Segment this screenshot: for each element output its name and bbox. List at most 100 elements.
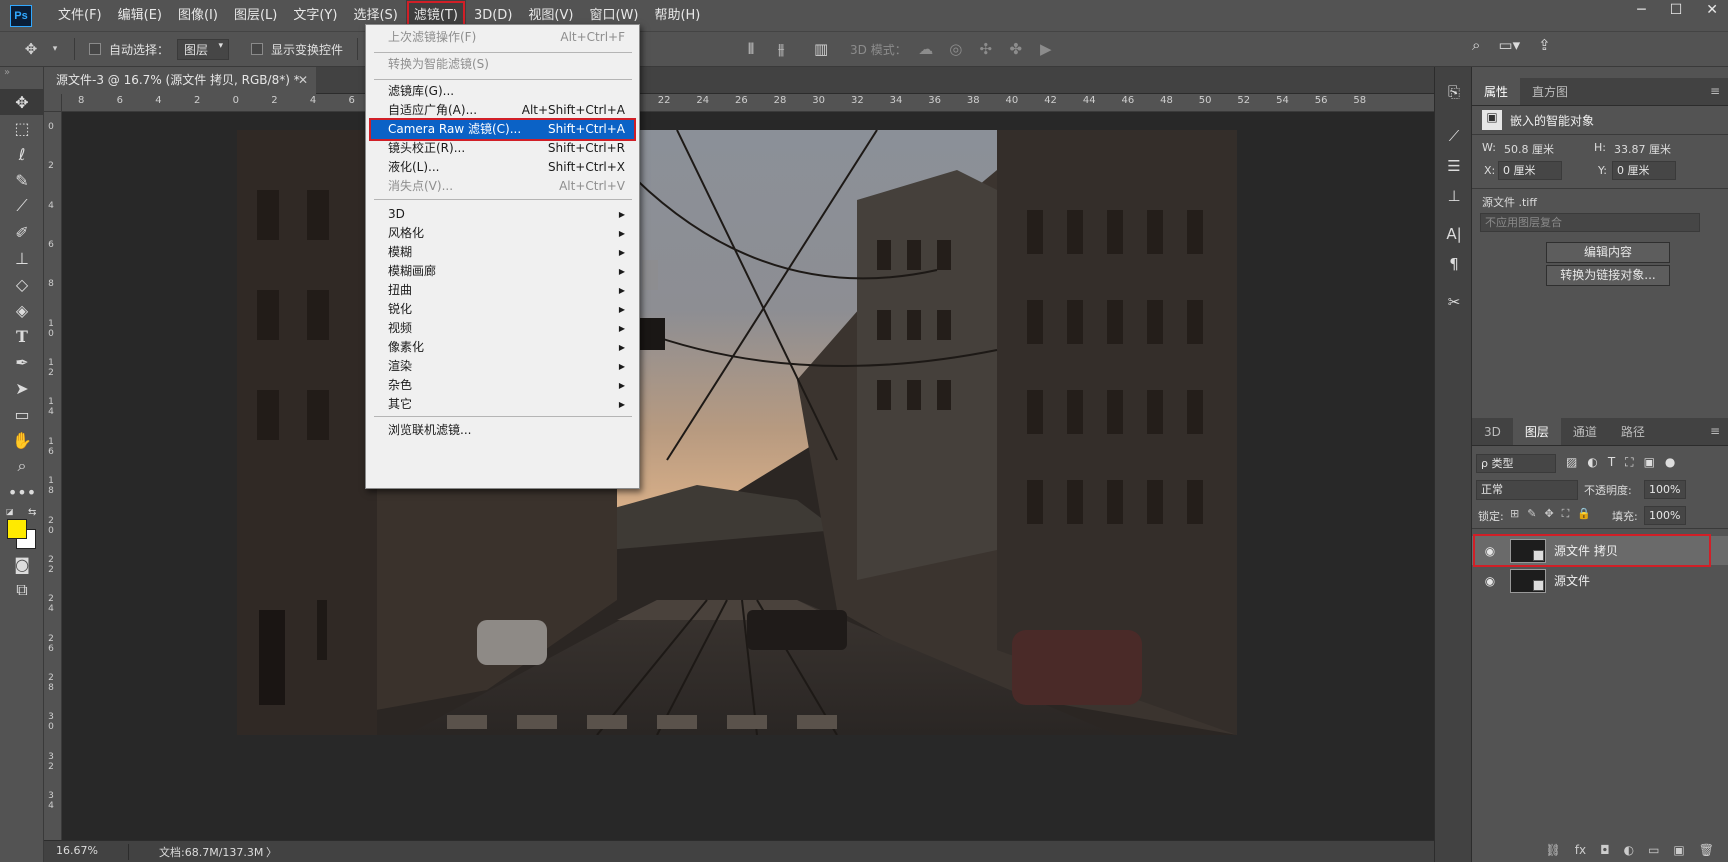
history-icon[interactable]: ⎘ xyxy=(1435,77,1473,107)
auto-select-dropdown[interactable]: 图层 ▾ xyxy=(177,38,230,60)
tool-presets-icon[interactable]: ✂ xyxy=(1435,287,1473,317)
layer-filter-select[interactable]: ρ 类型 xyxy=(1476,454,1556,473)
foreground-color-swatch[interactable] xyxy=(7,519,27,539)
menu-file[interactable]: 文件(F) xyxy=(50,0,110,31)
distribute-horizontal-icon[interactable]: ⫵ xyxy=(770,40,792,58)
menu-image[interactable]: 图像(I) xyxy=(170,0,226,31)
tab-histogram[interactable]: 直方图 xyxy=(1520,78,1580,105)
minimize-icon[interactable]: ─ xyxy=(1637,2,1645,18)
character-icon[interactable]: A| xyxy=(1435,219,1473,249)
new-group-icon[interactable]: ▭ xyxy=(1648,843,1659,857)
lasso-tool-icon[interactable]: ℓ xyxy=(0,141,44,167)
layer-row[interactable]: ◉ 源文件 xyxy=(1472,566,1728,595)
fill-field[interactable]: 100% xyxy=(1644,506,1686,525)
x-field[interactable]: 0 厘米 xyxy=(1498,161,1562,180)
pen-tool-icon[interactable]: ✒ xyxy=(0,349,44,375)
lock-transparent-icon[interactable]: ⊞ xyxy=(1510,507,1519,521)
menu-help[interactable]: 帮助(H) xyxy=(646,0,708,31)
tab-3d[interactable]: 3D xyxy=(1472,418,1513,445)
menu-item-browse-online-filters[interactable]: 浏览联机滤镜... xyxy=(370,420,635,441)
adjustment-layer-icon[interactable]: ◐ xyxy=(1624,843,1634,857)
clone-source-icon[interactable]: ⊥ xyxy=(1435,181,1473,211)
edit-contents-button[interactable]: 编辑内容 xyxy=(1546,242,1670,263)
maximize-icon[interactable]: ☐ xyxy=(1670,2,1683,18)
ruler-top[interactable]: 8642024681012141618202224262830323436384… xyxy=(62,94,1434,112)
menu-item-filter-gallery[interactable]: 滤镜库(G)... xyxy=(370,81,635,102)
adjustments-icon[interactable]: ☰ xyxy=(1435,151,1473,181)
type-filter-icon[interactable]: T xyxy=(1608,455,1615,470)
lock-artboard-icon[interactable]: ⛶ xyxy=(1562,507,1570,521)
chevron-down-icon[interactable]: ▾ xyxy=(50,44,60,54)
paint-bucket-tool-icon[interactable]: ◈ xyxy=(0,297,44,323)
lock-image-icon[interactable]: ✎ xyxy=(1527,507,1536,521)
menu-type[interactable]: 文字(Y) xyxy=(285,0,345,31)
opacity-field[interactable]: 100% xyxy=(1644,480,1686,499)
width-value[interactable]: 50.8 厘米 xyxy=(1504,141,1554,157)
rectangle-tool-icon[interactable]: ▭ xyxy=(0,401,44,427)
move-tool-icon[interactable]: ✥ xyxy=(20,40,42,58)
menu-item-sharpen[interactable]: 锐化 ▶ xyxy=(370,299,635,320)
menu-edit[interactable]: 编辑(E) xyxy=(110,0,170,31)
eyedropper-tool-icon[interactable]: ⟋ xyxy=(0,193,44,219)
status-menu-arrow[interactable]: 〉 xyxy=(266,844,277,860)
menu-item-adaptive-wide-angle[interactable]: 自适应广角(A)... Alt+Shift+Ctrl+A xyxy=(370,100,635,121)
workspace-icon[interactable]: ▭▾ xyxy=(1498,36,1520,54)
zoom-level[interactable]: 16.67% xyxy=(44,844,98,857)
distribute-icon[interactable]: ⫴ xyxy=(740,40,762,58)
layer-comp-select[interactable]: 不应用图层复合 xyxy=(1480,213,1700,232)
menu-item-vanishing-point[interactable]: 消失点(V)... Alt+Ctrl+V xyxy=(370,176,635,197)
more-tools-icon[interactable]: ••• xyxy=(0,479,44,505)
menu-item-blur[interactable]: 模糊 ▶ xyxy=(370,242,635,263)
brush-tool-icon[interactable]: ✐ xyxy=(0,219,44,245)
menu-item-3d[interactable]: 3D ▶ xyxy=(370,204,635,225)
menu-item-noise[interactable]: 杂色 ▶ xyxy=(370,375,635,396)
lock-all-icon[interactable]: 🔒 xyxy=(1577,507,1591,521)
document-tab[interactable]: 源文件-3 @ 16.7% (源文件 拷贝, RGB/8*) * ✕ xyxy=(44,67,316,94)
stamp-tool-icon[interactable]: ⊥ xyxy=(0,245,44,271)
path-select-tool-icon[interactable]: ➤ xyxy=(0,375,44,401)
hand-tool-icon[interactable]: ✋ xyxy=(0,427,44,453)
eraser-tool-icon[interactable]: ◇ xyxy=(0,271,44,297)
canvas-area[interactable] xyxy=(62,112,1434,840)
layer-style-icon[interactable]: fx xyxy=(1575,843,1586,857)
image-filter-icon[interactable]: ▨ xyxy=(1566,455,1577,470)
marquee-tool-icon[interactable]: ⬚ xyxy=(0,115,44,141)
menu-item-pixelate[interactable]: 像素化 ▶ xyxy=(370,337,635,358)
menu-item-liquify[interactable]: 液化(L)... Shift+Ctrl+X xyxy=(370,157,635,178)
camera-3d-icon[interactable]: ▶ xyxy=(1035,40,1057,58)
lock-position-icon[interactable]: ✥ xyxy=(1544,507,1553,521)
show-transform-checkbox[interactable] xyxy=(251,43,264,55)
orbit-3d-icon[interactable]: ☁ xyxy=(915,40,937,58)
screen-mode-icon[interactable]: ⧉ xyxy=(0,577,44,603)
tab-properties[interactable]: 属性 xyxy=(1472,78,1521,105)
tab-channels[interactable]: 通道 xyxy=(1561,418,1609,445)
search-icon[interactable]: ⌕ xyxy=(1472,36,1480,54)
smart-filter-icon[interactable]: ▣ xyxy=(1644,455,1655,470)
adjustment-filter-icon[interactable]: ◐ xyxy=(1587,455,1597,470)
new-layer-icon[interactable]: ▣ xyxy=(1673,843,1684,857)
shape-filter-icon[interactable]: ⛶ xyxy=(1625,455,1633,470)
link-layers-icon[interactable]: ⛓ xyxy=(1546,843,1561,857)
menu-item-blur-gallery[interactable]: 模糊画廊 ▶ xyxy=(370,261,635,282)
tab-paths[interactable]: 路径 xyxy=(1609,418,1657,445)
blend-mode-select[interactable]: 正常 xyxy=(1476,480,1578,500)
y-field[interactable]: 0 厘米 xyxy=(1612,161,1676,180)
convert-to-linked-button[interactable]: 转换为链接对象... xyxy=(1546,265,1670,286)
slide-3d-icon[interactable]: ✤ xyxy=(1005,40,1027,58)
menu-item-convert-smart-filter[interactable]: 转换为智能滤镜(S) xyxy=(370,54,635,75)
panel-menu-icon[interactable]: ≡ xyxy=(1710,84,1720,98)
visibility-eye-icon[interactable]: ◉ xyxy=(1480,574,1500,588)
quick-select-tool-icon[interactable]: ✎ xyxy=(0,167,44,193)
share-icon[interactable]: ⇪ xyxy=(1538,36,1551,54)
menu-item-video[interactable]: 视频 ▶ xyxy=(370,318,635,339)
move-tool-icon[interactable]: ✥ xyxy=(0,89,44,115)
menu-item-stylize[interactable]: 风格化 ▶ xyxy=(370,223,635,244)
menu-item-lens-correction[interactable]: 镜头校正(R)... Shift+Ctrl+R xyxy=(370,138,635,159)
default-colors-icon[interactable]: ◪ xyxy=(6,507,14,516)
delete-layer-icon[interactable]: 🗑 xyxy=(1699,843,1714,857)
panel-menu-icon[interactable]: ≡ xyxy=(1710,424,1720,438)
auto-select-checkbox[interactable] xyxy=(89,43,101,55)
menu-item-other[interactable]: 其它 ▶ xyxy=(370,394,635,415)
roll-3d-icon[interactable]: ◎ xyxy=(945,40,967,58)
close-window-icon[interactable]: ✕ xyxy=(1706,2,1718,18)
